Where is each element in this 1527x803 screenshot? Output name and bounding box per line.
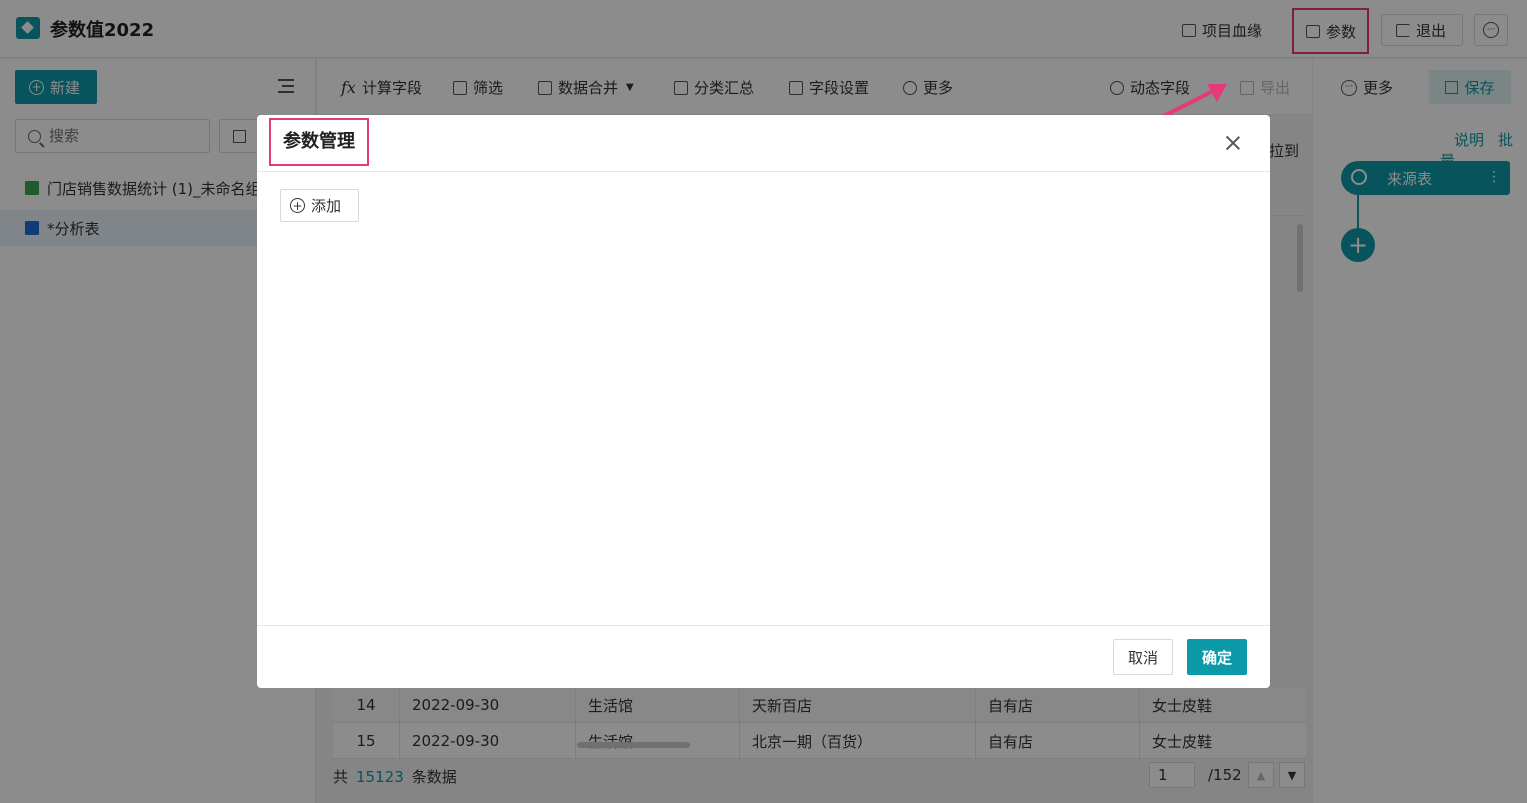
dialog-title: 参数管理: [269, 118, 369, 166]
parameter-management-dialog: 参数管理 + 添加 取消 确定: [257, 115, 1270, 688]
add-parameter-label: 添加: [311, 197, 342, 215]
cancel-button[interactable]: 取消: [1113, 639, 1173, 675]
dialog-header: 参数管理: [257, 115, 1270, 172]
add-parameter-button[interactable]: + 添加: [280, 189, 359, 222]
plus-circle-icon: +: [290, 198, 305, 213]
close-icon[interactable]: [1223, 133, 1243, 153]
dialog-footer: 取消 确定: [257, 625, 1270, 688]
confirm-button[interactable]: 确定: [1187, 639, 1247, 675]
